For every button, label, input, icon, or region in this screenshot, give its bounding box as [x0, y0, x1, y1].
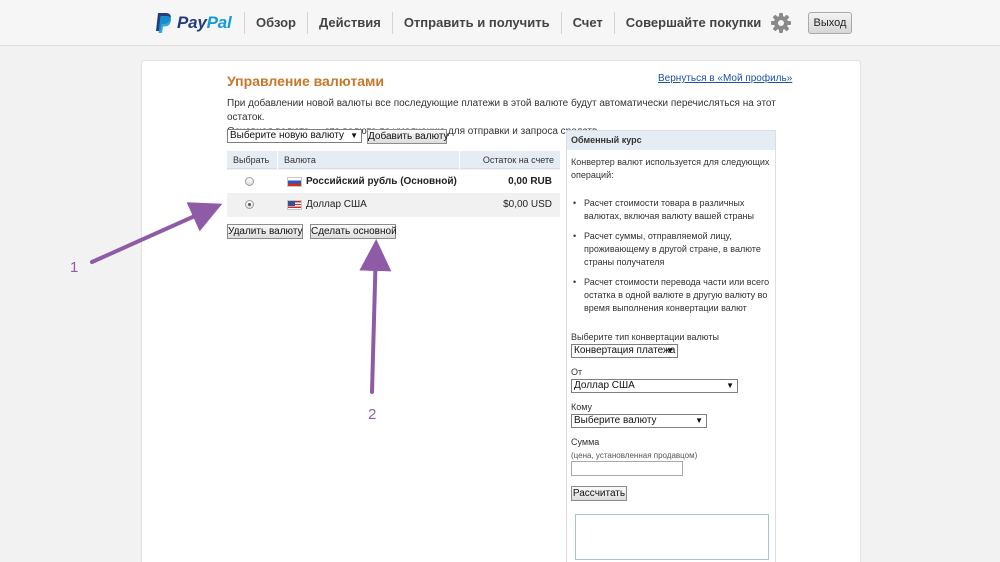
currency-table-header: Выбрать Валюта Остаток на счете: [227, 151, 560, 169]
logout-button[interactable]: Выход: [808, 12, 852, 34]
paypal-logo[interactable]: PayPal: [154, 11, 232, 35]
list-item: Расчет стоимости перевода части или всег…: [571, 276, 771, 315]
select-radio-rub[interactable]: [245, 177, 254, 186]
nav-activity[interactable]: Действия: [307, 12, 392, 34]
amount-input[interactable]: [571, 461, 683, 476]
table-row[interactable]: Доллар США $0,00 USD: [227, 193, 560, 216]
description-line-1: При добавлении новой валюты все последую…: [227, 98, 776, 123]
add-currency-button[interactable]: Добавить валюту: [367, 129, 449, 144]
list-item: Расчет стоимости товара в различных валю…: [571, 197, 771, 223]
from-currency-value: Доллар США: [574, 380, 635, 391]
to-label: Кому: [571, 402, 593, 412]
paypal-logo-icon: [154, 12, 172, 34]
table-row[interactable]: Российский рубль (Основной) 0,00 RUB: [227, 170, 560, 193]
nav-shopping[interactable]: Совершайте покупки: [613, 12, 772, 34]
dropdown-arrow-icon: ▼: [695, 416, 703, 425]
amount-label: Сумма: [571, 437, 600, 447]
converter-intro: Конвертер валют используется для следующ…: [571, 157, 770, 180]
dropdown-arrow-icon: ▼: [726, 381, 734, 390]
back-to-profile-link[interactable]: Вернуться в «Мой профиль»: [658, 73, 792, 84]
calculate-button[interactable]: Рассчитать: [571, 486, 627, 501]
nav-account[interactable]: Счет: [560, 12, 614, 34]
currency-name: Доллар США: [306, 199, 367, 210]
top-navigation-bar: PayPal Обзор Действия Отправить и получи…: [0, 0, 1000, 46]
gear-icon[interactable]: [770, 12, 792, 34]
to-currency-value: Выберите валюту: [574, 415, 657, 426]
logo-text-pal: Pal: [206, 13, 232, 32]
converter-uses-list: Расчет стоимости товара в различных валю…: [571, 197, 771, 322]
nav-send-receive[interactable]: Отправить и получить: [391, 12, 561, 34]
conversion-type-value: Конвертация платежа: [574, 345, 676, 356]
currency-management-panel: Управление валютами Вернуться в «Мой про…: [141, 60, 861, 562]
page-title: Управление валютами: [227, 73, 384, 89]
usa-flag-icon: [287, 200, 302, 210]
currency-balance: $0,00 USD: [503, 199, 552, 210]
conversion-type-select[interactable]: Конвертация платежа ▼: [571, 344, 678, 358]
logo-text-pay: Pay: [177, 13, 207, 32]
to-currency-select[interactable]: Выберите валюту ▼: [571, 414, 707, 428]
main-nav: Обзор Действия Отправить и получить Счет…: [244, 0, 772, 46]
new-currency-select-value: Выберите новую валюту: [230, 130, 345, 141]
col-currency-header: Валюта: [284, 155, 316, 165]
annotation-label-1: 1: [70, 259, 79, 276]
from-label: От: [571, 367, 583, 377]
conversion-type-label: Выберите тип конвертации валюты: [571, 332, 719, 342]
col-balance-header: Остаток на счете: [482, 155, 554, 165]
conversion-result-box: [575, 514, 769, 560]
from-currency-select[interactable]: Доллар США ▼: [571, 379, 738, 393]
dropdown-arrow-icon: ▼: [666, 346, 674, 355]
amount-hint: (цена, установленная продавцом): [571, 451, 698, 460]
russia-flag-icon: [287, 177, 302, 187]
exchange-rate-box: Обменный курс Конвертер валют использует…: [566, 130, 776, 562]
delete-currency-button[interactable]: Удалить валюту: [227, 224, 303, 239]
currency-table: Выбрать Валюта Остаток на счете Российск…: [227, 151, 560, 217]
dropdown-arrow-icon: ▼: [350, 131, 358, 140]
make-primary-button[interactable]: Сделать основной: [310, 224, 397, 239]
nav-overview[interactable]: Обзор: [244, 12, 307, 34]
annotation-label-2: 2: [368, 406, 377, 423]
exchange-rate-title: Обменный курс: [567, 131, 775, 150]
list-item: Расчет суммы, отправляемой лицу, прожива…: [571, 230, 771, 269]
currency-name: Российский рубль (Основной): [306, 176, 457, 187]
currency-balance: 0,00 RUB: [508, 176, 552, 187]
new-currency-select[interactable]: Выберите новую валюту ▼: [227, 129, 362, 143]
col-select-header: Выбрать: [233, 155, 270, 165]
select-radio-usd[interactable]: [245, 200, 254, 209]
